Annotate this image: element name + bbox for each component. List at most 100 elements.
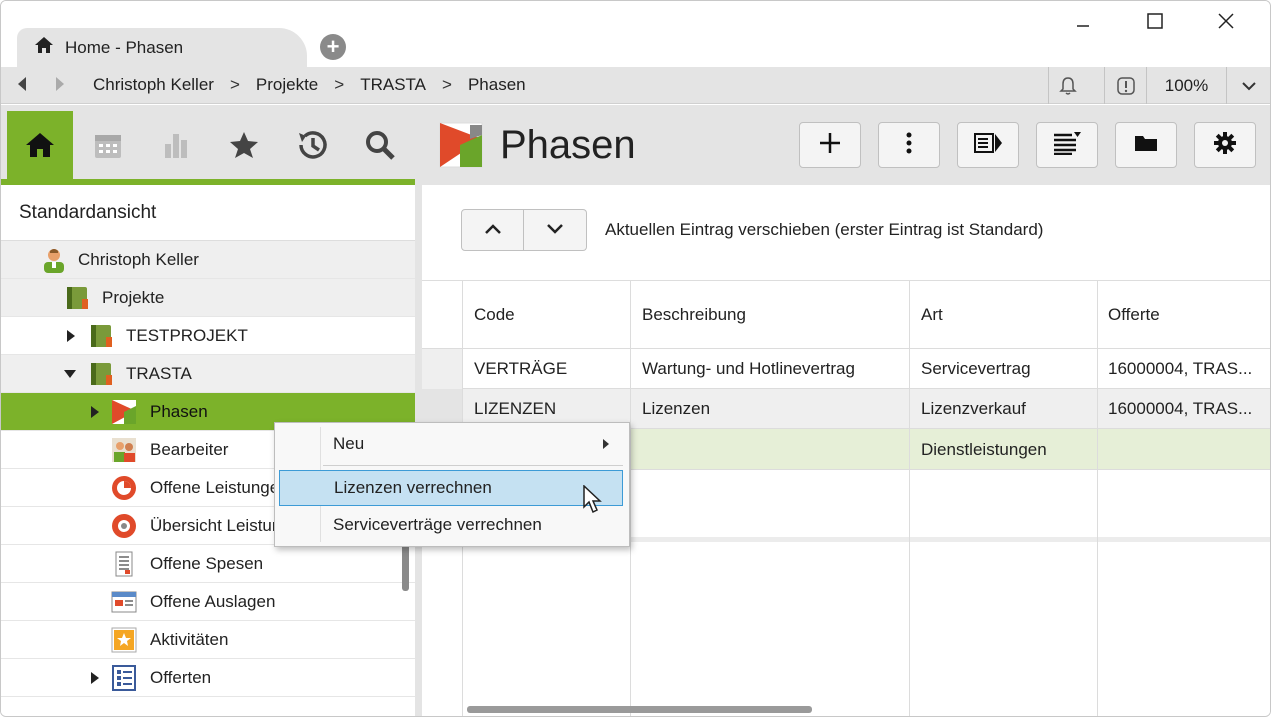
home-icon[interactable] (7, 111, 73, 179)
view-title[interactable]: Standardansicht (1, 185, 415, 241)
breadcrumb-item[interactable]: Phasen (468, 75, 526, 95)
chevron-down-icon (546, 220, 564, 240)
calendar-icon[interactable] (75, 111, 141, 179)
details-button[interactable] (957, 122, 1019, 168)
menu-item-label: Lizenzen verrechnen (334, 478, 492, 497)
tree-item-label: Christoph Keller (78, 249, 199, 269)
expand-icon[interactable] (89, 406, 101, 418)
offer-icon (111, 665, 137, 691)
tree-item-label: Offene Leistungen (150, 477, 289, 497)
cell-code[interactable]: VERTRÄGE (474, 349, 624, 389)
menu-item-lizenzen-verrechnen[interactable]: Lizenzen verrechnen (279, 470, 623, 506)
phases-icon (111, 399, 137, 425)
tree-item-aktivitaeten[interactable]: Aktivitäten (1, 621, 415, 659)
tree-item-label: Offene Spesen (150, 553, 264, 573)
grid-horizontal-scrollbar[interactable] (467, 706, 812, 713)
tree-item-offene-spesen[interactable]: Offene Spesen (1, 545, 415, 583)
menu-separator (323, 465, 623, 466)
main-header: Phasen (422, 105, 1270, 185)
row-selector[interactable] (422, 349, 462, 389)
tree-item-projekte[interactable]: Projekte (1, 279, 415, 317)
breadcrumb-item[interactable]: Projekte (256, 75, 318, 95)
expand-icon[interactable] (65, 330, 77, 342)
tree-item-label: TESTPROJEKT (126, 325, 248, 345)
breadcrumb-item[interactable]: TRASTA (360, 75, 426, 95)
menu-item-neu[interactable]: Neu (279, 426, 623, 462)
search-icon[interactable] (347, 111, 413, 179)
column-header-beschreibung[interactable]: Beschreibung (642, 281, 746, 349)
forward-icon[interactable] (49, 76, 71, 94)
move-up-button[interactable] (461, 209, 524, 251)
star-icon[interactable] (211, 111, 277, 179)
sidebar-splitter[interactable] (415, 105, 422, 716)
tree-item-offerten[interactable]: Offerten (1, 659, 415, 697)
cell-beschreibung[interactable]: Wartung- und Hotlinevertrag (642, 349, 904, 389)
settings-button[interactable] (1194, 122, 1256, 168)
user-icon (41, 247, 67, 273)
add-tab-icon[interactable]: + (320, 34, 346, 60)
cell-art[interactable]: Lizenzverkauf (921, 389, 1091, 429)
breadcrumb-separator: > (442, 75, 452, 94)
cell-offerte[interactable]: 16000004, TRAS... (1108, 389, 1258, 429)
menu-item-label: Neu (333, 434, 365, 453)
chart-icon[interactable] (143, 111, 209, 179)
move-hint: Aktuellen Eintrag verschieben (erster Ei… (605, 220, 1044, 239)
tree-item-offene-auslagen[interactable]: Offene Auslagen (1, 583, 415, 621)
plus-icon (819, 132, 841, 159)
close-icon[interactable] (1211, 11, 1241, 37)
alert-icon[interactable] (1104, 67, 1146, 104)
submenu-arrow-icon (603, 439, 609, 449)
tree-item-label: Offene Auslagen (150, 591, 276, 611)
column-header-offerte[interactable]: Offerte (1108, 281, 1160, 349)
context-menu: Neu Lizenzen verrechnen Serviceverträge … (274, 422, 630, 547)
project-icon (88, 361, 114, 387)
tab-home-phasen[interactable]: Home - Phasen (17, 28, 307, 67)
bell-icon[interactable] (1048, 67, 1086, 104)
maximize-icon[interactable] (1140, 11, 1170, 37)
move-entry-area: Aktuellen Eintrag verschieben (erster Ei… (422, 185, 1270, 281)
move-down-button[interactable] (524, 209, 587, 251)
back-icon[interactable] (11, 76, 33, 94)
zoom-level[interactable]: 100% (1146, 67, 1226, 104)
folder-icon (1134, 134, 1158, 157)
add-button[interactable] (799, 122, 861, 168)
project-icon (64, 285, 90, 311)
sort-icon (1052, 131, 1082, 160)
chevron-down-icon[interactable] (1226, 67, 1270, 104)
cell-art[interactable]: Dienstleistungen (921, 429, 1091, 470)
sort-button[interactable] (1036, 122, 1098, 168)
cell-beschreibung[interactable] (642, 429, 904, 470)
collapse-icon[interactable] (64, 368, 76, 380)
tree-item-trasta[interactable]: TRASTA (1, 355, 415, 393)
cell-art[interactable]: Servicevertrag (921, 349, 1091, 389)
tree-item-label: Phasen (150, 401, 208, 421)
column-header-art[interactable]: Art (921, 281, 943, 349)
chevron-up-icon (484, 220, 502, 240)
folder-button[interactable] (1115, 122, 1177, 168)
activity-icon (111, 627, 137, 653)
cell-offerte[interactable]: 16000004, TRAS... (1108, 349, 1258, 389)
cell-beschreibung[interactable]: Lizenzen (642, 389, 904, 429)
more-icon (906, 132, 912, 159)
cursor-icon (583, 484, 603, 520)
tree-item-label: TRASTA (126, 363, 192, 383)
app-window: Home - Phasen + Christoph Keller > Proje… (0, 0, 1271, 717)
breadcrumb-bar: Christoph Keller > Projekte > TRASTA > P… (1, 67, 1270, 104)
expand-icon[interactable] (89, 672, 101, 684)
history-icon[interactable] (279, 111, 345, 179)
menu-item-servicevertraege-verrechnen[interactable]: Serviceverträge verrechnen (279, 507, 623, 543)
minimize-icon[interactable] (1068, 11, 1098, 37)
sidebar-scrollbar[interactable] (402, 541, 409, 591)
cell-offerte[interactable] (1108, 429, 1258, 470)
team-icon (111, 437, 137, 463)
home-icon (35, 37, 53, 58)
more-button[interactable] (878, 122, 940, 168)
phases-icon (438, 121, 484, 174)
page-title: Phasen (500, 123, 636, 167)
breadcrumb-item[interactable]: Christoph Keller (93, 75, 214, 95)
breadcrumb-tools: 100% (1048, 67, 1270, 104)
tab-title: Home - Phasen (65, 37, 184, 57)
tree-item-testprojekt[interactable]: TESTPROJEKT (1, 317, 415, 355)
tree-item-christoph-keller[interactable]: Christoph Keller (1, 241, 415, 279)
column-header-code[interactable]: Code (474, 281, 515, 349)
